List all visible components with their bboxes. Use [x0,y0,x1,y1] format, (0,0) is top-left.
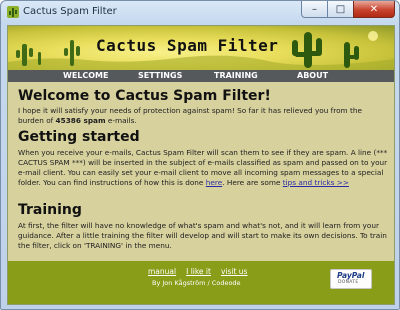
app-window: Cactus Spam Filter – □ ✕ Cactus Spam Fil… [0,0,400,310]
title-bar[interactable]: Cactus Spam Filter – □ ✕ [1,1,399,25]
visit-us-link[interactable]: visit us [221,267,248,276]
tips-and-tricks-link[interactable]: tips and tricks >> [283,178,349,187]
footer-credit: By Jon Kågström / Codeode [152,279,241,287]
getting-started-text: When you receive your e-mails, Cactus Sp… [18,148,388,187]
cactus-app-icon [7,6,19,18]
getting-started-heading: Getting started [18,129,140,145]
footer-links: manual I like it visit us [148,267,247,276]
maximize-icon: □ [335,3,346,15]
spam-count: 45386 spam [55,116,106,125]
i-like-it-link[interactable]: I like it [186,267,211,276]
minimize-button[interactable]: – [301,1,327,18]
welcome-text: I hope it will satisfy your needs of pro… [18,106,362,125]
minimize-icon: – [312,3,317,15]
manual-link[interactable]: manual [148,267,176,276]
menu-training[interactable]: TRAINING [214,71,258,80]
client-area: Cactus Spam Filter WELCOME SETTINGS TRAI… [7,25,395,305]
banner-title: Cactus Spam Filter [96,36,279,55]
training-text: At first, the filter will have no knowle… [18,221,387,250]
menu-welcome[interactable]: WELCOME [63,71,108,80]
menu-about[interactable]: ABOUT [297,71,328,80]
paypal-donate-button[interactable]: PayPal DONATE [330,269,372,289]
footer: manual I like it visit us By Jon Kågströ… [8,261,394,304]
maximize-button[interactable]: □ [327,1,353,18]
donate-caption: DONATE [338,280,359,285]
training-heading: Training [18,202,82,218]
main-menu: WELCOME SETTINGS TRAINING ABOUT [8,70,394,82]
paypal-logo: PayPal [337,271,365,280]
welcome-heading: Welcome to Cactus Spam Filter! [18,88,271,104]
main-content: Welcome to Cactus Spam Filter! I hope it… [8,82,394,261]
header-banner: Cactus Spam Filter [8,26,394,70]
close-button[interactable]: ✕ [353,1,395,18]
here-link[interactable]: here [206,178,222,187]
window-title: Cactus Spam Filter [23,6,117,17]
menu-settings[interactable]: SETTINGS [138,71,182,80]
close-icon: ✕ [369,3,379,15]
